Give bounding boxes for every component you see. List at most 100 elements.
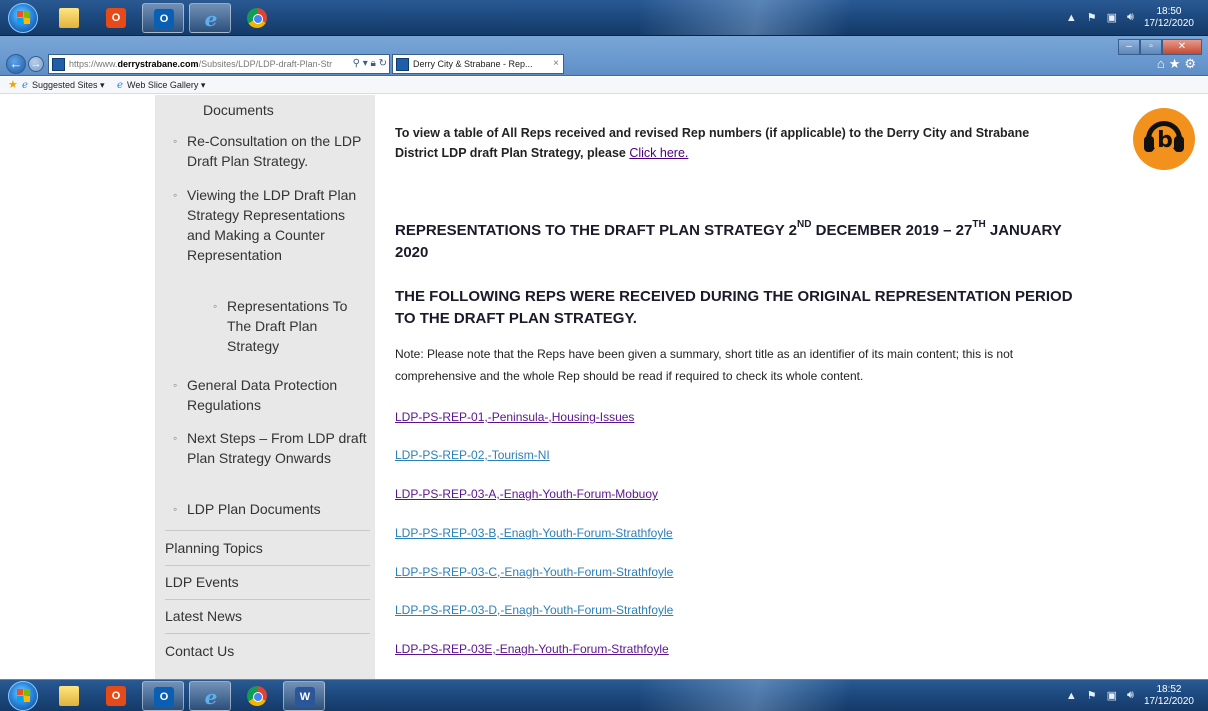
close-icon[interactable]: ✕ (1162, 39, 1202, 55)
office-icon: O (106, 8, 126, 28)
windows-logo-icon (17, 689, 31, 703)
network-icon[interactable]: ▣ (1107, 689, 1117, 702)
system-tray: ▲ ⚑ ▣ 🔊︎ 18:50 17/12/2020 (1066, 0, 1194, 35)
heading-part: REPRESENTATIONS TO THE DRAFT PLAN STRATE… (395, 222, 797, 239)
folder-icon (59, 686, 79, 706)
site-favicon-icon (52, 58, 65, 71)
taskbar-outlook-button[interactable]: O (142, 681, 184, 711)
window-controls: ‒ ▫ ✕ (1118, 39, 1202, 55)
rep-link[interactable]: LDP-PS-REP-03-A,-Enagh-Youth-Forum-Mobuo… (395, 486, 658, 502)
sidebar-item-viewing[interactable]: Viewing the LDP Draft Plan Strategy Repr… (173, 185, 369, 265)
taskbar-word-button[interactable]: W (283, 681, 325, 711)
address-bar[interactable]: https://www.derrystrabane.com/Subsites/L… (48, 54, 390, 74)
windows-logo-icon (17, 11, 31, 25)
taskbar-office-button[interactable]: O (95, 681, 137, 711)
tab-close-icon[interactable]: × (553, 55, 559, 73)
rep-link[interactable]: LDP-PS-REP-01,-Peninsula-,Housing-Issues (395, 409, 634, 425)
address-tools: ⚲ ▾ 🔒︎ ↻ (350, 55, 387, 73)
taskbar-office-button[interactable]: O (95, 3, 137, 33)
taskbar-chrome-button[interactable] (236, 681, 278, 711)
clock-time: 18:52 (1156, 683, 1182, 695)
rep-link[interactable]: LDP-PS-REP-02,-Tourism-NI (395, 447, 550, 463)
tab-title: Derry City & Strabane - Rep... (413, 59, 533, 69)
sidebar-item-next-steps[interactable]: Next Steps – From LDP draft Plan Strateg… (173, 428, 369, 468)
start-button[interactable] (8, 3, 38, 33)
clock[interactable]: 18:52 17/12/2020 (1144, 684, 1194, 708)
browser-toolbar: ‒ ▫ ✕ ← → https://www.derrystrabane.com/… (0, 36, 1208, 76)
home-icon[interactable]: ⌂ (1157, 56, 1169, 71)
click-here-link[interactable]: Click here. (629, 146, 688, 160)
taskbar-ie-button[interactable]: e (189, 681, 231, 711)
sidebar-item-latest-news[interactable]: Latest News (165, 606, 370, 626)
taskbar-chrome-button[interactable] (236, 3, 278, 33)
sidebar-item-re-consultation[interactable]: Re-Consultation on the LDP Draft Plan St… (173, 131, 369, 171)
outlook-icon: O (154, 687, 174, 707)
heading-superscript: TH (972, 219, 986, 230)
rep-link[interactable]: LDP-PS-REP-03-C,-Enagh-Youth-Forum-Strat… (395, 564, 673, 580)
lock-icon[interactable]: 🔒︎ (371, 58, 376, 69)
intro-paragraph: To view a table of All Reps received and… (395, 123, 1075, 163)
search-icon[interactable]: ⚲ (353, 58, 360, 69)
url-path: /Subsites/LDP/LDP-draft-Plan-Str (198, 59, 333, 69)
ie-page-icon: e (22, 80, 28, 91)
taskbar-glare (640, 680, 900, 711)
sidebar-item-planning-topics[interactable]: Planning Topics (165, 538, 370, 558)
rep-link[interactable]: LDP-PS-REP-03E,-Enagh-Youth-Forum-Strath… (395, 641, 669, 657)
sidebar-item-gdpr[interactable]: General Data Protection Regulations (173, 375, 369, 415)
web-slice-gallery-link[interactable]: Web Slice Gallery ▾ (127, 77, 205, 94)
minimize-icon[interactable]: ‒ (1118, 39, 1140, 55)
internet-explorer-icon: e (204, 685, 218, 709)
clock-date: 17/12/2020 (1143, 17, 1194, 29)
sidebar-item-documents[interactable]: Documents (203, 100, 274, 120)
heading-part: DECEMBER 2019 – 27 (811, 222, 973, 239)
start-button[interactable] (8, 681, 38, 711)
refresh-icon[interactable]: ↻ (379, 58, 387, 69)
representations-heading: REPRESENTATIONS TO THE DRAFT PLAN STRATE… (395, 220, 1075, 264)
taskbar-explorer-button[interactable] (48, 681, 90, 711)
back-button[interactable]: ← (6, 54, 26, 74)
suggested-sites-link[interactable]: Suggested Sites ▾ (32, 77, 105, 94)
ie-page-icon: e (117, 80, 123, 91)
taskbar-glare (640, 0, 900, 35)
following-reps-heading: THE FOLLOWING REPS WERE RECEIVED DURING … (395, 288, 1073, 327)
action-center-flag-icon[interactable]: ⚑ (1087, 689, 1097, 702)
forward-button[interactable]: → (28, 56, 44, 72)
sidebar-item-ldp-events[interactable]: LDP Events (165, 572, 370, 592)
chrome-icon (247, 8, 267, 28)
sidebar-item-representations[interactable]: Representations To The Draft Plan Strate… (213, 296, 363, 356)
sidebar-item-plan-documents[interactable]: LDP Plan Documents (173, 499, 369, 519)
sidebar: Documents Re-Consultation on the LDP Dra… (155, 95, 375, 679)
favorites-star-icon[interactable]: ★ (8, 77, 18, 94)
taskbar-explorer-button[interactable] (48, 3, 90, 33)
tray-expand-icon[interactable]: ▲ (1066, 690, 1077, 702)
system-tray: ▲ ⚑ ▣ 🔊︎ 18:52 17/12/2020 (1066, 680, 1194, 711)
taskbar-outlook-button[interactable]: O (142, 3, 184, 33)
sidebar-divider (165, 530, 370, 531)
browser-tab[interactable]: Derry City & Strabane - Rep... × (392, 54, 564, 74)
headphone-cup-right (1174, 136, 1184, 152)
settings-gear-icon[interactable]: ⚙ (1184, 56, 1200, 71)
clock[interactable]: 18:50 17/12/2020 (1144, 6, 1194, 30)
folder-icon (59, 8, 79, 28)
maximize-icon[interactable]: ▫ (1140, 39, 1162, 55)
top-taskbar: O O e ▲ ⚑ ▣ 🔊︎ 18:50 17/12/2020 (0, 0, 1208, 36)
action-center-flag-icon[interactable]: ⚑ (1087, 11, 1097, 24)
office-icon: O (106, 686, 126, 706)
heading-superscript: ND (796, 219, 812, 230)
note-paragraph: Note: Please note that the Reps have bee… (395, 347, 1014, 383)
volume-icon[interactable]: 🔊︎ (1127, 689, 1134, 702)
taskbar-ie-button[interactable]: e (189, 3, 231, 33)
screen: O O e ▲ ⚑ ▣ 🔊︎ 18:50 17/12/2020 ‒ ▫ ✕ ← … (0, 0, 1208, 711)
rep-link[interactable]: LDP-PS-REP-03-B,-Enagh-Youth-Forum-Strat… (395, 525, 673, 541)
favorites-star-icon[interactable]: ★ (1169, 56, 1185, 71)
tray-expand-icon[interactable]: ▲ (1066, 12, 1077, 24)
volume-icon[interactable]: 🔊︎ (1127, 11, 1134, 24)
word-icon: W (295, 687, 315, 707)
browsealoud-button[interactable]: b (1133, 108, 1195, 170)
rep-link[interactable]: LDP-PS-REP-03-D,-Enagh-Youth-Forum-Strat… (395, 602, 673, 618)
network-icon[interactable]: ▣ (1107, 11, 1117, 24)
intro-text: To view a table of All Reps received and… (395, 126, 1030, 160)
clock-date: 17/12/2020 (1143, 695, 1194, 707)
chrome-icon (247, 686, 267, 706)
sidebar-item-contact-us[interactable]: Contact Us (165, 641, 370, 661)
